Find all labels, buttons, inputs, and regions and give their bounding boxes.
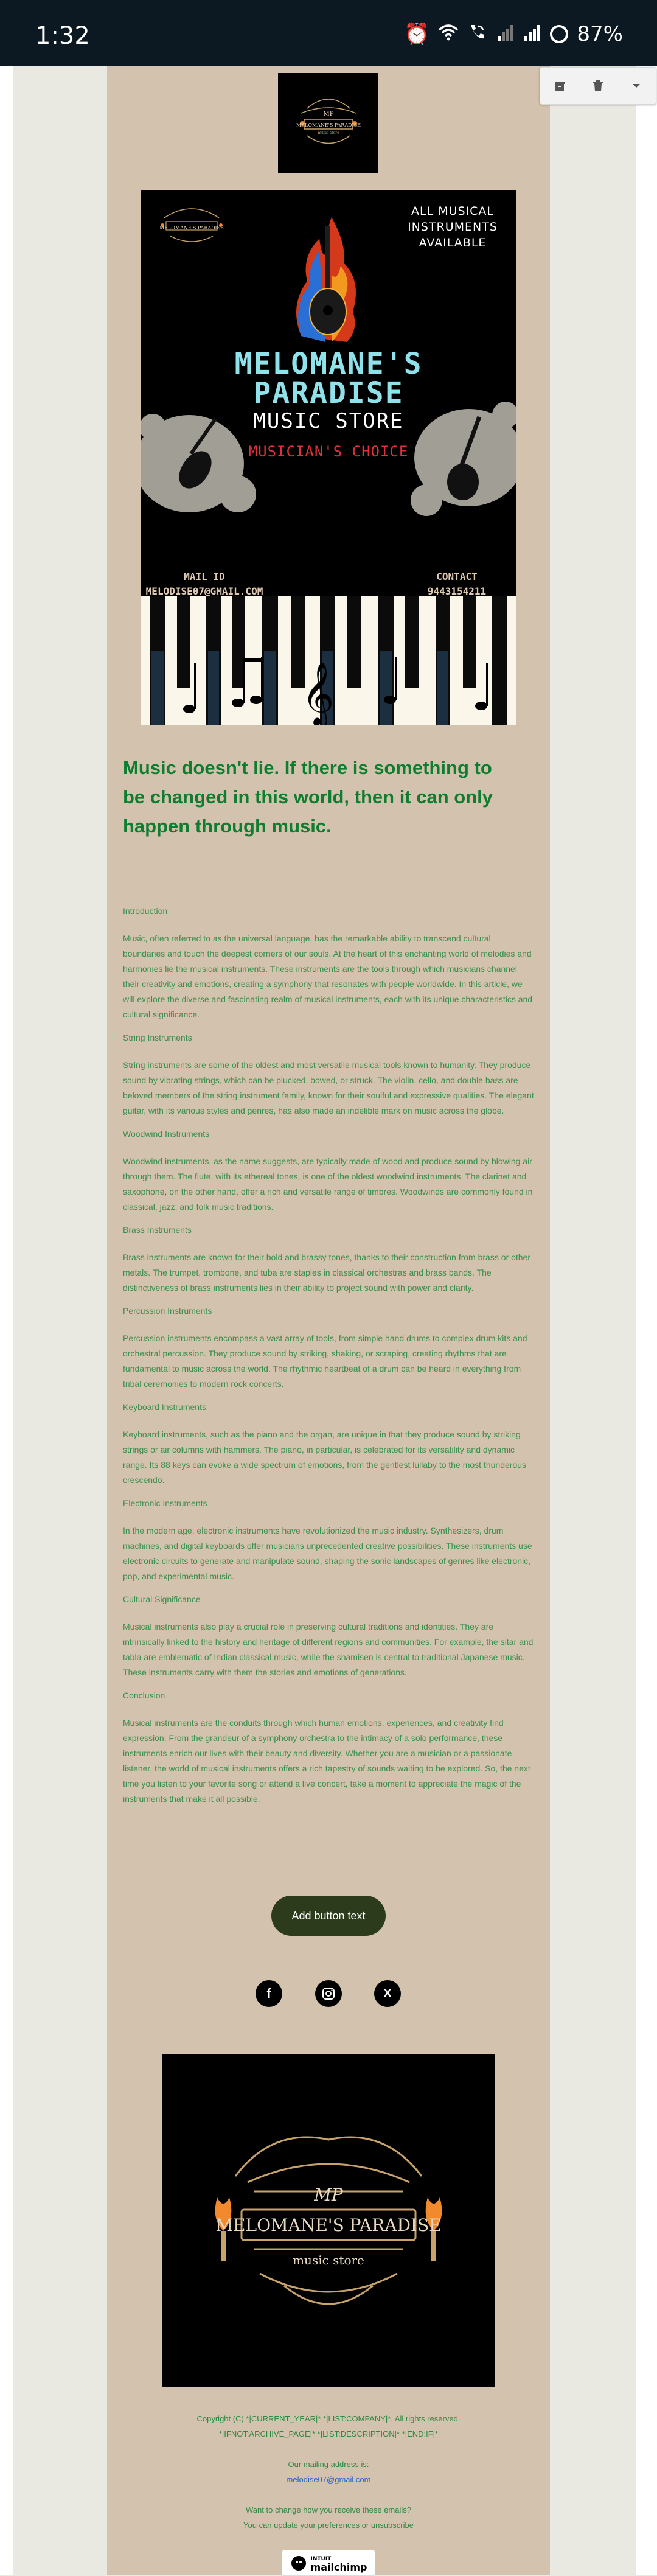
section-heading: Cultural Significance xyxy=(123,1594,201,1604)
battery-percent: 87% xyxy=(577,22,623,46)
section-heading: String Instruments xyxy=(123,1033,192,1042)
mailchimp-wordmark: INTUIT mailchimp xyxy=(311,2555,367,2572)
poster-mail-block: MAIL ID MELODISE07@GMAIL.COM xyxy=(141,570,268,599)
right-edge xyxy=(636,66,657,2575)
battery-ring-icon xyxy=(550,25,569,43)
footer-logo: MP MELOMANE'S PARADISE music store xyxy=(162,2054,495,2387)
footer-logo-monogram: MP xyxy=(313,2185,344,2205)
footer-logo-sub: music store xyxy=(293,2253,364,2267)
availability-line: AVAILABLE xyxy=(419,236,487,250)
poster-mini-logo-text: MELOMANE'S PARADISE xyxy=(159,225,224,231)
header-logo: MP MELOMANE'S PARADISE music store xyxy=(278,73,378,173)
footer-archive: *|IFNOT:ARCHIVE_PAGE|* *|LIST:DESCRIPTIO… xyxy=(218,2429,439,2438)
section-heading: Keyboard Instruments xyxy=(123,1402,206,1412)
svg-text:music store: music store xyxy=(318,131,339,135)
mail-label: MAIL ID xyxy=(184,571,225,582)
left-edge xyxy=(0,66,13,2575)
section-heading: Introduction xyxy=(123,906,168,916)
signal-icon xyxy=(523,22,541,46)
section-body: Woodwind instruments, as the name sugges… xyxy=(123,1156,533,1212)
section-body: Musical instruments also play a crucial … xyxy=(123,1622,534,1677)
archive-icon[interactable] xyxy=(551,77,569,95)
section-body: In the modern age, electronic instrument… xyxy=(123,1526,532,1581)
quote-heading: Music doesn't lie. If there is something… xyxy=(123,757,493,837)
status-bar: 1:32 ⏰ 87% xyxy=(0,0,657,66)
footer-mailing-email[interactable]: melodise07@gmail.com xyxy=(107,2473,550,2487)
section-heading: Electronic Instruments xyxy=(123,1498,207,1508)
delete-icon[interactable] xyxy=(589,77,607,95)
cta-button[interactable]: Add button text xyxy=(271,1896,386,1936)
flaming-guitar-image xyxy=(296,217,356,342)
footer-copyright: Copyright (C) *|CURRENT_YEAR|* *|LIST:CO… xyxy=(196,2414,461,2423)
section-heading: Brass Instruments xyxy=(123,1225,192,1235)
status-icons: ⏰ 87% xyxy=(404,22,623,46)
email-toolbar xyxy=(540,67,656,105)
section-heading: Conclusion xyxy=(123,1691,165,1700)
mailchimp-badge[interactable]: INTUIT mailchimp xyxy=(282,2550,375,2576)
signal-weak-icon xyxy=(496,22,515,46)
store-poster: MELOMANE'S PARADISE ALL MUSICAL INSTRUME… xyxy=(141,190,516,725)
badge-bottom-text: mailchimp xyxy=(310,2561,367,2573)
section-body: Musical instruments are the conduits thr… xyxy=(123,1718,530,1804)
svg-text:MELOMANE'S PARADISE: MELOMANE'S PARADISE xyxy=(296,122,360,128)
poster-mini-logo xyxy=(161,208,223,242)
status-time: 1:32 xyxy=(35,22,90,50)
section-body: Keyboard instruments, such as the piano … xyxy=(123,1429,527,1485)
footer-change-question: Want to change how you receive these ema… xyxy=(246,2505,411,2515)
alarm-icon: ⏰ xyxy=(404,22,430,46)
footer-mailing-label: Our mailing address is: xyxy=(288,2460,369,2469)
x-icon[interactable]: X xyxy=(374,1980,401,2007)
availability-text: ALL MUSICAL INSTRUMENTS AVAILABLE xyxy=(401,203,504,251)
chevron-down-icon[interactable] xyxy=(627,77,645,95)
instagram-icon[interactable] xyxy=(315,1980,342,2007)
wifi-call-icon xyxy=(467,22,488,46)
instrument-splashes xyxy=(141,402,516,516)
mailchimp-icon xyxy=(291,2555,306,2571)
section-body: Brass instruments are known for their bo… xyxy=(123,1252,530,1293)
svg-text:𝄞: 𝄞 xyxy=(302,661,334,725)
contact-label: CONTACT xyxy=(436,571,478,582)
section-body: String instruments are some of the oldes… xyxy=(123,1060,534,1115)
availability-line: INSTRUMENTS xyxy=(408,220,498,234)
section-heading: Woodwind Instruments xyxy=(123,1129,210,1139)
article-content: Introduction Music, often referred to as… xyxy=(123,906,534,1817)
footer-preferences[interactable]: You can update your preferences or unsub… xyxy=(107,2518,550,2533)
svg-text:MP: MP xyxy=(323,111,333,117)
piano-keys-image: 𝄞 xyxy=(141,596,516,725)
poster-contact-block: CONTACT 9443154211 xyxy=(408,570,506,599)
availability-line: ALL MUSICAL xyxy=(411,204,495,218)
facebook-icon[interactable]: f xyxy=(255,1980,282,2007)
section-body: Music, often referred to as the universa… xyxy=(123,934,533,1019)
footer-logo-name: MELOMANE'S PARADISE xyxy=(215,2215,441,2235)
wifi-icon xyxy=(438,22,459,46)
section-body: Percussion instruments encompass a vast … xyxy=(123,1333,527,1389)
section-heading: Percussion Instruments xyxy=(123,1306,212,1316)
